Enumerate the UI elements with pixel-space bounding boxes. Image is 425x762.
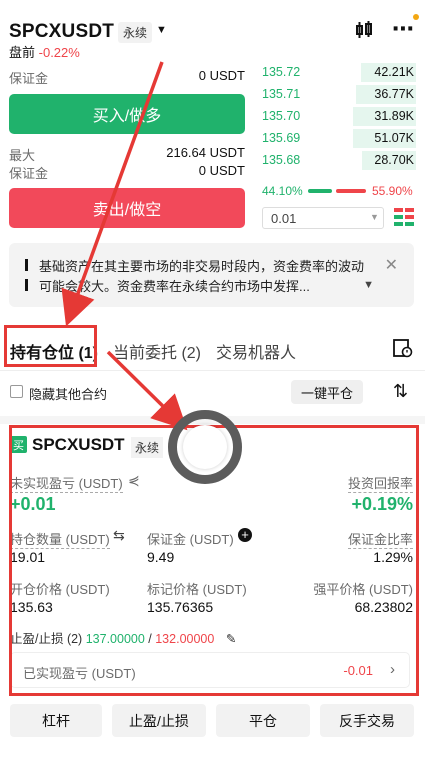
arrow-to-position <box>106 350 188 431</box>
loading-ring-center <box>183 425 227 469</box>
arrow-to-tab <box>61 61 164 327</box>
annotation-arrows <box>61 61 188 431</box>
